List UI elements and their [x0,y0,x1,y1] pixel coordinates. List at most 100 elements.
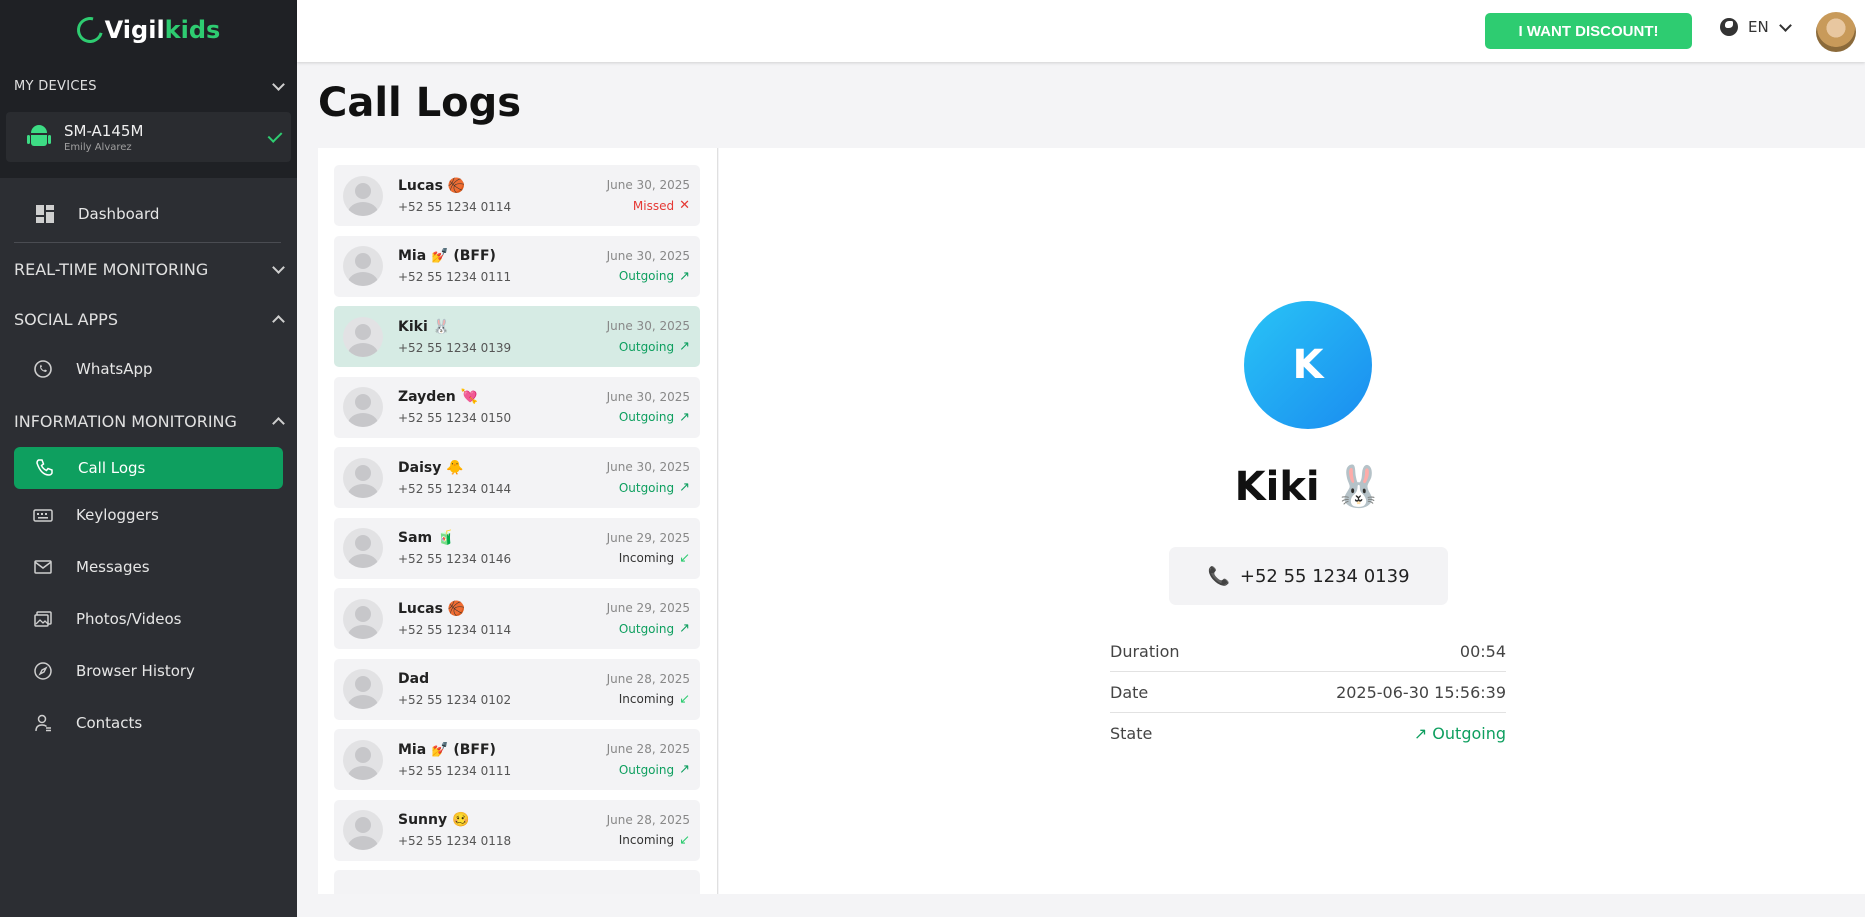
sidebar-item-label: Contacts [76,714,143,732]
call-state: Incoming ↙ [607,833,690,848]
call-state: Missed ✕ [607,198,690,213]
avatar-placeholder-icon [343,316,383,357]
call-list-item[interactable] [334,870,700,894]
my-devices-header[interactable]: MY DEVICES [0,60,297,112]
call-phone: +52 55 1234 0139 [398,340,512,355]
my-devices-label: MY DEVICES [14,78,97,94]
chevron-down-icon [272,77,285,91]
call-date: June 30, 2025 [606,319,690,333]
call-date: June 28, 2025 [606,742,690,756]
language-selector[interactable]: EN [1720,18,1792,36]
sidebar: Vigil kids MY DEVICES SM-A145M Emily Alva… [0,0,297,917]
call-side: June 30, 2025 Outgoing ↗ [607,390,700,425]
sidebar-item-label: WhatsApp [76,360,153,378]
sidebar-item-keyloggers[interactable]: Keyloggers [0,489,297,541]
contact-avatar: K [1244,301,1372,429]
call-list: Lucas 🏀 +52 55 1234 0114 June 30, 2025 Miss… [318,148,718,894]
sidebar-item-call-logs[interactable]: Call Logs [14,447,283,489]
call-phone: +52 55 1234 0146 [398,552,512,566]
call-main: Sam 🧃 +52 55 1234 0146 [398,530,607,566]
call-list-item[interactable]: Sam 🧃 +52 55 1234 0146 June 29, 2025 Incomi… [334,517,700,579]
call-date: June 30, 2025 [606,248,690,263]
sidebar-item-label: Browser History [76,662,195,680]
user-avatar[interactable] [1816,12,1856,52]
call-phone: +52 55 1234 0102 [398,693,512,707]
dashboard-icon [34,204,56,224]
call-list-item[interactable]: Zayden 💘 +52 55 1234 0150 June 30, 2025 Out… [334,376,700,438]
chevron-up-icon [272,314,285,328]
call-list-item[interactable]: Kiki 🐰 +52 55 1234 0139 June 30, 2025 Outgo… [334,306,700,367]
discount-button[interactable]: I WANT DISCOUNT! [1485,13,1692,49]
call-main: Lucas 🏀 +52 55 1234 0114 [398,601,607,637]
call-state-label: Incoming [618,551,675,565]
call-state-label: Outgoing [618,410,675,424]
sidebar-item-browser-history[interactable]: Browser History [0,645,297,697]
sidebar-item-label: Messages [76,558,150,576]
call-name: Mia 💅 (BFF) [398,248,496,264]
detail-value: 00:54 [1459,641,1506,661]
call-main: Lucas 🏀 +52 55 1234 0114 [398,178,607,214]
call-list-item[interactable]: Lucas 🏀 +52 55 1234 0114 June 29, 2025 Outg… [334,588,700,649]
brand-name-suffix: kids [164,16,221,44]
detail-label: Duration [1110,641,1180,661]
contact-phone: +52 55 1234 0139 [1239,565,1410,587]
call-state-label: Outgoing [618,339,675,354]
mail-icon [32,557,54,577]
sidebar-item-messages[interactable]: Messages [0,541,297,593]
section-information-monitoring[interactable]: INFORMATION MONITORING [0,395,297,447]
call-list-item[interactable]: Dad +52 55 1234 0102 June 28, 2025 Incoming… [334,658,700,720]
call-state-icon: ↗ [679,480,690,495]
call-list-item[interactable]: Mia 💅 (BFF) +52 55 1234 0111 June 28, 2025… [334,729,700,790]
call-list-item[interactable]: Mia 💅 (BFF) +52 55 1234 0111 June 30, 2025… [334,235,700,297]
avatar-placeholder-icon [343,739,383,780]
call-list-item[interactable]: Lucas 🏀 +52 55 1234 0114 June 30, 2025 Miss… [334,165,700,226]
page-title: Call Logs [318,80,522,126]
call-name: Daisy 🐥 [398,459,464,476]
call-state-icon: ↗ [679,762,690,777]
call-detail-panel: K Kiki 🐰 📞 +52 55 1234 0139 Duration 00:5… [719,148,1865,894]
detail-label: State [1110,724,1153,743]
call-list-item[interactable]: Sunny 🥴 +52 55 1234 0118 June 28, 2025 Inco… [334,799,700,861]
sidebar-item-photos-videos[interactable]: Photos/Videos [0,593,297,645]
sidebar-item-whatsapp[interactable]: WhatsApp [0,343,297,395]
android-icon [27,125,51,149]
topbar: I WANT DISCOUNT! EN [297,0,1865,62]
contact-phone-box[interactable]: 📞 +52 55 1234 0139 [1169,547,1448,605]
keyboard-icon [32,505,54,525]
logo-area: Vigil kids [0,0,297,60]
call-side: June 30, 2025 Outgoing ↗ [607,319,700,354]
call-list-item[interactable]: Daisy 🐥 +52 55 1234 0144 June 30, 2025 Outg… [334,447,700,508]
call-name: Lucas 🏀 [398,177,466,194]
detail-row-state: State ↗ Outgoing [1110,713,1506,754]
call-side: June 29, 2025 Outgoing ↗ [607,601,700,636]
brand-logo[interactable]: Vigil kids [71,12,221,48]
call-state-icon: ↙ [679,691,690,707]
call-side: June 30, 2025 Missed ✕ [607,178,700,213]
compass-icon [32,661,54,681]
sidebar-item-dashboard[interactable]: Dashboard [0,188,297,240]
call-main: Mia 💅 (BFF) +52 55 1234 0111 [398,742,607,778]
call-state-icon: ✕ [679,198,690,213]
call-date: June 29, 2025 [606,601,690,615]
device-name: SM-A145M [64,121,144,140]
avatar-placeholder-icon [343,528,383,568]
avatar-placeholder-icon [343,810,383,850]
section-social-apps[interactable]: SOCIAL APPS [0,295,297,343]
call-state-label: Incoming [618,692,675,706]
call-state: Incoming ↙ [607,692,690,707]
sidebar-item-contacts[interactable]: Contacts [0,697,297,749]
call-phone: +52 55 1234 0144 [398,481,512,496]
device-owner: Emily Alvarez [64,141,132,153]
avatar-placeholder-icon [343,387,383,427]
brand-name-prefix: Vigil [104,16,165,44]
call-side: June 30, 2025 Outgoing ↗ [607,460,700,495]
call-state: Outgoing ↗ [607,762,690,777]
call-date: June 30, 2025 [606,460,690,474]
devices-block: MY DEVICES SM-A145M Emily Alvarez [0,60,297,178]
sidebar-item-label: Keyloggers [76,506,159,524]
section-realtime-monitoring[interactable]: REAL-TIME MONITORING [0,243,297,295]
call-state-icon: ↙ [679,832,690,848]
call-side: June 28, 2025 Incoming ↙ [607,672,700,707]
device-card[interactable]: SM-A145M Emily Alvarez [6,112,291,162]
chevron-up-icon [272,416,285,430]
